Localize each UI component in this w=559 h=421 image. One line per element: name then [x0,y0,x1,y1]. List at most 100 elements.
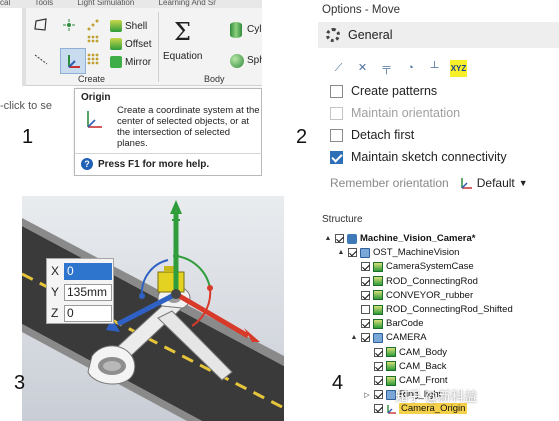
expand-toggle-icon[interactable]: ▲ [350,334,358,341]
tree-node[interactable]: CameraSystemCase [350,260,474,273]
cylinder-tool[interactable]: Cylin [247,24,262,35]
tree-node[interactable]: CONVEYOR_rubber [350,289,473,302]
tree-node[interactable]: CAM_Body [363,346,447,359]
visibility-checkbox[interactable] [374,361,383,371]
expand-toggle-icon[interactable]: ▲ [337,249,345,256]
expand-toggle-icon[interactable]: ▷ [363,391,371,399]
coord-row-y: Y 135mm [51,283,112,301]
line-tool-icon[interactable] [34,52,48,66]
origin-icon [386,404,396,414]
expand-toggle-icon[interactable]: ▲ [324,235,332,242]
3d-viewport[interactable]: X 0 Y 135mm Z 0 [22,196,284,421]
move-along-trajectory-icon[interactable]: ⟋ [330,60,347,77]
status-hint: -click to se [0,100,52,112]
sphere-tool[interactable]: Sphe [247,55,262,66]
measure-icon[interactable]: ┴ [426,60,443,77]
equation-icon[interactable]: Σ [174,18,191,46]
pivot-icon[interactable]: ✕ [354,60,371,77]
z-coordinate-field[interactable]: 0 [64,304,112,322]
visibility-checkbox[interactable] [374,347,383,357]
origin-tool-panel: cal Tools Light Simulation Learning And … [0,0,262,176]
origin-icon [68,55,80,68]
visibility-checkbox[interactable] [374,390,383,400]
options-title: Options - Move [322,4,400,16]
y-coordinate-field[interactable]: 135mm [64,283,112,301]
coordinate-input-box: X 0 Y 135mm Z 0 [46,258,114,324]
visibility-checkbox[interactable] [361,262,370,272]
option-detach-first[interactable]: Detach first [330,128,414,142]
menu-item[interactable]: cal [0,0,10,7]
option-maintain-orientation[interactable]: Maintain orientation [330,106,460,120]
group-label-create: Create [78,74,106,84]
visibility-checkbox[interactable] [361,276,370,286]
tree-node-label: CAM_Back [399,360,447,372]
tree-node[interactable]: ▲ CAMERA [350,331,427,344]
mirror-tool[interactable]: Mirror [110,56,151,68]
solid-body-icon [386,361,396,372]
origin-button[interactable] [60,48,86,74]
pattern-tool-icon[interactable] [86,18,100,32]
panel-number-4: 4 [332,372,344,394]
tree-node[interactable]: ▲ Machine_Vision_Camera* [324,232,476,245]
move-options-panel: Options - Move General ⟋ ✕ ╤ ◔ ┴ XYZ Cre… [318,0,559,200]
visibility-checkbox[interactable] [335,234,344,243]
checkbox[interactable] [330,128,343,142]
point-tool-icon[interactable] [62,18,76,32]
visibility-checkbox[interactable] [361,305,370,314]
sphere-icon[interactable] [230,54,244,68]
visibility-checkbox[interactable] [361,333,370,343]
menu-item[interactable]: Learning And Sr [159,0,216,7]
tree-node[interactable]: ROD_ConnectingRod [350,275,478,288]
cylinder-icon[interactable] [230,22,242,38]
tooltip-title: Origin [81,92,111,103]
visibility-checkbox[interactable] [348,248,357,258]
checkbox[interactable] [330,106,343,120]
array-pattern-icon[interactable] [86,52,100,66]
tree-node-label: ROD_ConnectingRod_Shifted [386,304,513,315]
solid-body-icon [373,290,383,301]
shell-icon [110,20,122,32]
grid-pattern-icon[interactable] [86,34,100,48]
anchor-icon[interactable]: ◔ [402,60,419,77]
menu-item[interactable]: Tools [34,0,53,7]
menu-bar: cal Tools Light Simulation Learning And … [0,0,262,8]
remember-orientation-dropdown[interactable]: Default ▼ [459,176,528,190]
tree-node-label: Camera_Origin [399,403,468,415]
equation-tool[interactable]: Equation [163,51,202,62]
solid-body-icon [373,318,383,329]
tree-node[interactable]: BarCode [350,317,424,330]
tree-node[interactable]: ROD_ConnectingRod_Shifted [350,303,513,316]
orientation-axes-icon [460,178,472,189]
origin-tooltip: Origin Create a coordinate system at the… [74,88,262,176]
option-create-patterns[interactable]: Create patterns [330,84,437,98]
tooltip-help: ? Press F1 for more help. [81,158,209,170]
checkbox-checked[interactable] [330,150,343,164]
checkbox[interactable] [330,84,343,98]
tree-node[interactable]: ▲ OST_MachineVision [337,246,460,259]
solid-body-icon [386,347,396,358]
tooltip-description: Create a coordinate system at the center… [117,105,260,149]
assembly-icon [347,233,357,244]
xyz-icon[interactable]: XYZ [450,59,467,77]
structure-title: Structure [322,214,363,225]
origin-axes-icon [87,111,102,128]
component-icon [360,247,370,258]
chevron-down-icon: ▼ [518,178,528,188]
shell-tool[interactable]: Shell [110,20,147,32]
visibility-checkbox[interactable] [361,290,370,300]
menu-item[interactable]: Light Simulation [77,0,134,7]
move-toolbar: ⟋ ✕ ╤ ◔ ┴ XYZ [330,58,467,78]
tree-node-label: Machine_Vision_Camera* [360,233,476,244]
option-maintain-sketch-connectivity[interactable]: Maintain sketch connectivity [330,150,507,164]
visibility-checkbox[interactable] [374,376,383,385]
visibility-checkbox[interactable] [361,319,370,329]
general-section-header[interactable]: General [318,22,559,48]
offset-tool[interactable]: Offset [110,38,152,50]
x-coordinate-field[interactable]: 0 [64,262,112,280]
camera-block [157,271,185,293]
rectangle-tool-icon[interactable] [34,18,48,32]
tree-node[interactable]: CAM_Back [363,360,447,373]
ruler-dimension-icon[interactable]: ╤ [378,60,395,77]
visibility-checkbox[interactable] [374,404,383,414]
tree-node-label: BarCode [386,318,424,330]
